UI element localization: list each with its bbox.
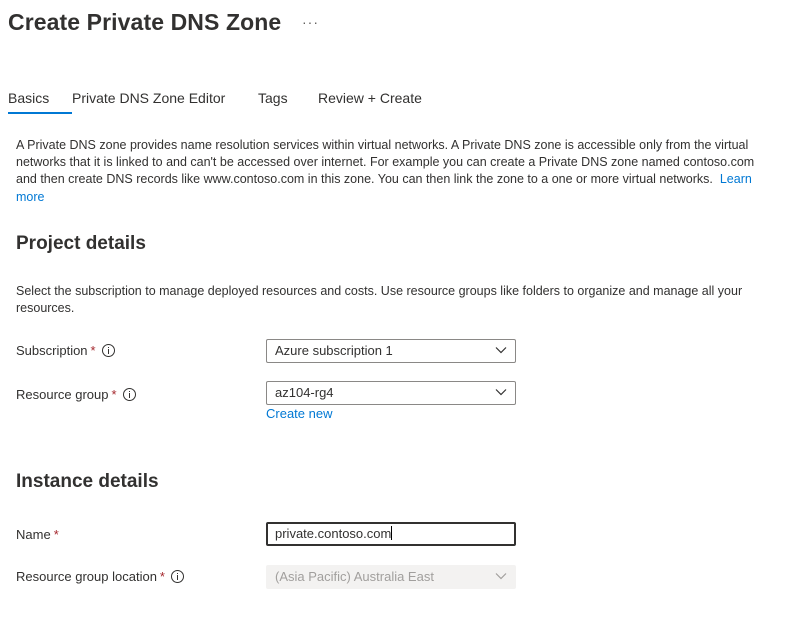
project-details-description: Select the subscription to manage deploy… bbox=[16, 284, 743, 316]
chevron-down-icon bbox=[495, 347, 507, 354]
tab-private-dns-zone-editor[interactable]: Private DNS Zone Editor bbox=[72, 90, 258, 114]
info-icon[interactable] bbox=[122, 388, 136, 401]
subscription-select[interactable]: Azure subscription 1 bbox=[266, 339, 516, 363]
page-title: Create Private DNS Zone bbox=[8, 9, 282, 35]
text-cursor bbox=[391, 526, 393, 540]
name-input[interactable]: private.contoso.com bbox=[266, 522, 516, 546]
intro-text: A Private DNS zone provides name resolut… bbox=[16, 138, 755, 187]
required-marker: * bbox=[111, 387, 117, 402]
intro-paragraph: A Private DNS zone provides name resolut… bbox=[16, 137, 756, 206]
location-label-text: Resource group location bbox=[16, 569, 157, 584]
resource-group-location-label: Resource group location * bbox=[16, 569, 184, 584]
resource-group-select[interactable]: az104-rg4 bbox=[266, 381, 516, 405]
tab-review-create[interactable]: Review + Create bbox=[318, 90, 422, 114]
required-marker: * bbox=[159, 569, 165, 584]
name-label: Name * bbox=[16, 527, 59, 542]
required-marker: * bbox=[90, 343, 96, 358]
create-new-resource-group-link[interactable]: Create new bbox=[266, 406, 332, 421]
info-icon[interactable] bbox=[170, 570, 184, 583]
more-options-icon[interactable]: ··· bbox=[302, 14, 319, 30]
chevron-down-icon bbox=[495, 573, 507, 580]
subscription-label: Subscription * bbox=[16, 343, 115, 358]
resource-group-value: az104-rg4 bbox=[275, 385, 334, 400]
info-icon[interactable] bbox=[101, 344, 115, 357]
location-value: (Asia Pacific) Australia East bbox=[275, 569, 434, 584]
tab-basics[interactable]: Basics bbox=[8, 90, 72, 114]
resource-group-label-text: Resource group bbox=[16, 387, 109, 402]
tab-tags[interactable]: Tags bbox=[258, 90, 318, 114]
subscription-label-text: Subscription bbox=[16, 343, 88, 358]
tab-bar: Basics Private DNS Zone Editor Tags Revi… bbox=[8, 90, 422, 114]
name-label-text: Name bbox=[16, 527, 51, 542]
resource-group-location-select: (Asia Pacific) Australia East bbox=[266, 565, 516, 589]
name-input-value: private.contoso.com bbox=[275, 524, 393, 544]
required-marker: * bbox=[53, 527, 59, 542]
project-details-heading: Project details bbox=[16, 233, 146, 254]
subscription-value: Azure subscription 1 bbox=[275, 343, 393, 358]
chevron-down-icon bbox=[495, 389, 507, 396]
name-value-text: private.contoso.com bbox=[275, 526, 392, 541]
resource-group-label: Resource group * bbox=[16, 387, 136, 402]
instance-details-heading: Instance details bbox=[16, 471, 159, 492]
